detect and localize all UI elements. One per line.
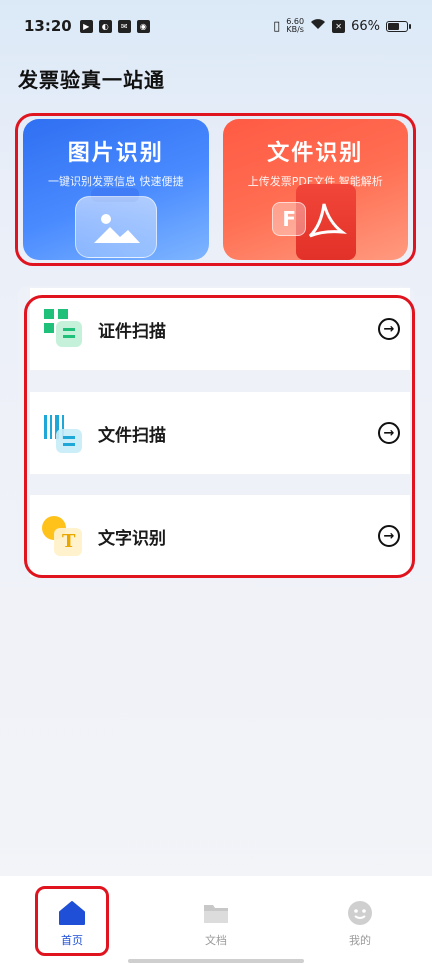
status-time: 13:20 [24, 17, 72, 35]
nav-label: 文档 [205, 934, 227, 947]
sim-icon: ✕ [332, 19, 346, 33]
notification-icons: ▶ ◐ ✉ ◉ [79, 19, 150, 33]
id-scan-icon [42, 307, 86, 351]
file-recognition-card[interactable]: 文件识别 上传发票PDF文件 智能解析 F [222, 119, 408, 260]
text-recognition-icon: T [42, 514, 86, 558]
image-icon [74, 188, 157, 258]
nav-home[interactable]: 首页 [0, 876, 144, 964]
nav-profile[interactable]: 我的 [288, 876, 432, 964]
nav-documents[interactable]: 文档 [144, 876, 288, 964]
list-item-text-recognition[interactable]: T 文字识别 → [30, 495, 410, 577]
pdf-badge: F [272, 202, 307, 236]
folder-icon [202, 900, 230, 926]
card-title: 文件识别 [267, 141, 364, 166]
arrow-right-icon: → [378, 525, 400, 547]
card-subtitle: 一键识别发票信息 快速便捷 [48, 175, 184, 188]
battery-icon [386, 20, 411, 32]
page-title: 发票验真一站通 [18, 68, 165, 92]
nav-label: 我的 [349, 934, 371, 947]
battery-fill [388, 22, 399, 30]
top-cards-highlight: 图片识别 一键识别发票信息 快速便捷 文件识别 上传发票PDF文件 智能解析 F [15, 113, 416, 266]
list-item-file-scan[interactable]: 文件扫描 → [30, 392, 410, 474]
speed-unit: KB/s [286, 25, 304, 34]
mail-icon: ✉ [117, 19, 131, 33]
home-icon [58, 900, 86, 926]
list-item-label: 文件扫描 [98, 425, 166, 446]
chat-icon: ◉ [136, 19, 150, 33]
smiley-icon [346, 900, 374, 926]
image-recognition-card[interactable]: 图片识别 一键识别发票信息 快速便捷 [23, 119, 209, 260]
network-speed: 6.60 KB/s [286, 18, 304, 34]
status-right: ▯ 6.60 KB/s ✕ 66% [273, 18, 411, 34]
battery-text: 66% [351, 18, 380, 34]
barcode-scan-icon [42, 411, 86, 455]
wifi-icon [310, 18, 326, 34]
arrow-right-icon: → [378, 318, 400, 340]
nav-label: 首页 [61, 934, 83, 947]
text-badge: T [62, 531, 76, 552]
app-icon: ◐ [98, 19, 112, 33]
bottom-nav: 首页 文档 我的 [0, 876, 432, 964]
list-item-id-scan[interactable]: 证件扫描 → [30, 288, 410, 370]
arrow-right-icon: → [378, 422, 400, 444]
list-item-label: 文字识别 [98, 528, 166, 549]
card-title: 图片识别 [67, 141, 164, 166]
home-indicator[interactable] [128, 959, 304, 963]
pdf-icon: F [270, 184, 360, 260]
status-bar: 13:20 ▶ ◐ ✉ ◉ ▯ 6.60 KB/s ✕ 66% [0, 0, 432, 52]
list-item-label: 证件扫描 [98, 321, 166, 342]
vibrate-icon: ▯ [273, 18, 281, 34]
play-icon: ▶ [79, 19, 93, 33]
